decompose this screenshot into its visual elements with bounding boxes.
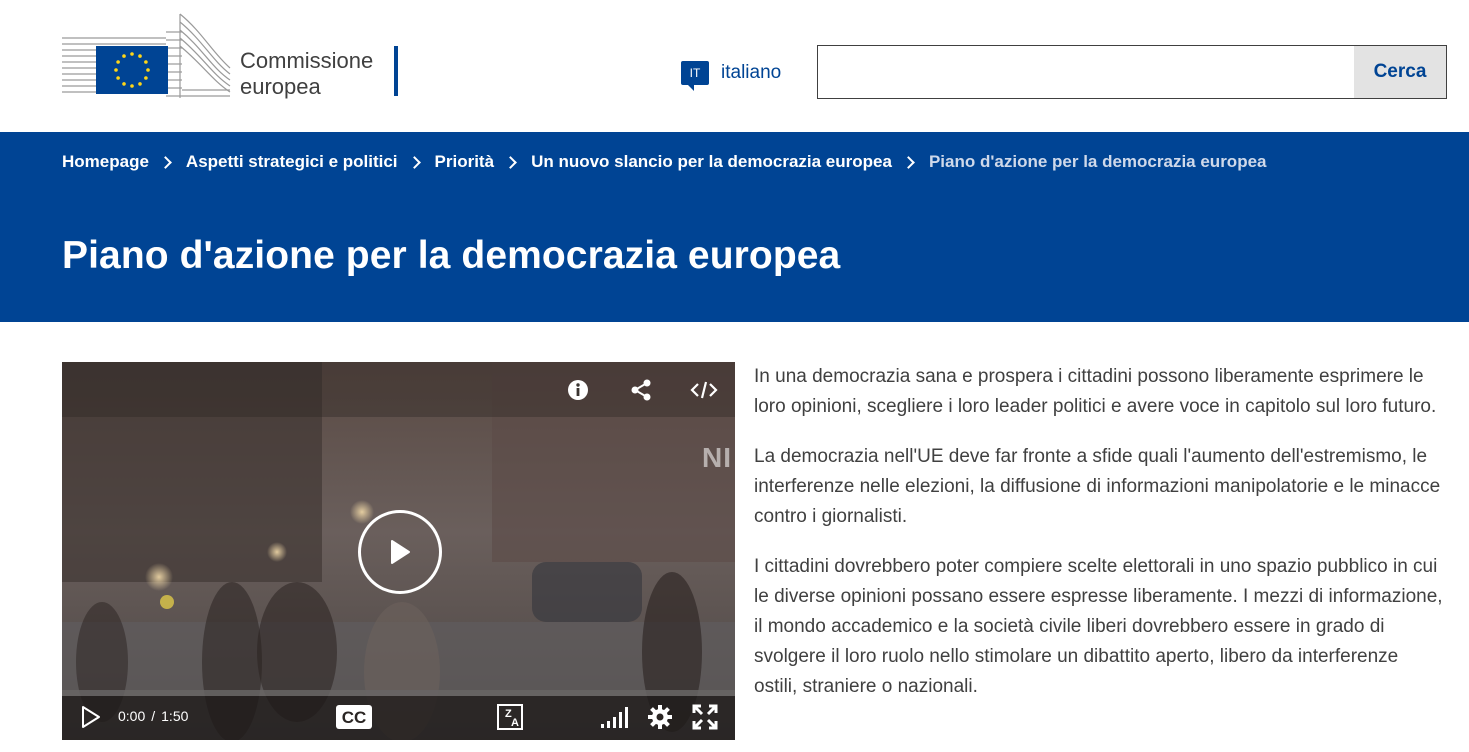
time-separator: /: [151, 708, 156, 724]
language-selector[interactable]: IT italiano: [681, 58, 782, 91]
video-time: 0:00 / 1:50: [118, 708, 188, 724]
logo-line-2: europea: [240, 74, 321, 99]
play-icon: [82, 706, 100, 728]
video-watermark: NI: [702, 442, 732, 473]
site-header: Commissione europea IT italiano Cerca: [0, 0, 1469, 132]
video-player[interactable]: NI 0:00 / 1:50 CC ZA: [62, 362, 735, 740]
settings-icon[interactable]: [646, 703, 674, 731]
current-time: 0:00: [118, 708, 146, 724]
search-button[interactable]: Cerca: [1354, 46, 1446, 98]
search-form: Cerca: [817, 45, 1447, 99]
chevron-right-icon: [159, 155, 172, 169]
embed-code-icon[interactable]: [688, 376, 720, 404]
share-icon[interactable]: [627, 376, 655, 404]
page-header: Homepage Aspetti strategici e politici P…: [0, 132, 1469, 322]
page-title: Piano d'azione per la democrazia europea: [62, 234, 841, 277]
breadcrumb-current: Piano d'azione per la democrazia europea: [928, 152, 1267, 171]
fullscreen-icon[interactable]: [690, 702, 720, 732]
translate-icon[interactable]: ZA: [494, 702, 526, 732]
play-button[interactable]: [358, 510, 442, 594]
video-controls: 0:00 / 1:50 CC ZA: [62, 690, 735, 740]
search-input[interactable]: [818, 46, 1354, 98]
breadcrumb-link-democracy[interactable]: Un nuovo slancio per la democrazia europ…: [531, 152, 892, 172]
chevron-right-icon: [902, 155, 915, 169]
logo-line-1: Commissione: [240, 48, 374, 73]
chevron-right-icon: [407, 155, 421, 169]
breadcrumb-link-policies[interactable]: Aspetti strategici e politici: [186, 152, 398, 172]
svg-text:A: A: [511, 717, 519, 729]
breadcrumb-link-homepage[interactable]: Homepage: [62, 152, 149, 172]
intro-text: In una democrazia sana e prospera i citt…: [754, 362, 1444, 722]
paragraph: La democrazia nell'UE deve far fronte a …: [754, 446, 1441, 527]
language-code-icon: IT: [681, 61, 709, 91]
language-label: italiano: [721, 62, 782, 83]
info-icon[interactable]: [564, 376, 592, 404]
quality-icon[interactable]: [598, 704, 632, 730]
paragraph: In una democrazia sana e prospera i citt…: [754, 366, 1437, 417]
breadcrumb-link-priorities[interactable]: Priorità: [435, 152, 495, 172]
chevron-right-icon: [504, 155, 517, 169]
breadcrumb: Homepage Aspetti strategici e politici P…: [62, 152, 1267, 172]
control-play-button[interactable]: [78, 704, 104, 730]
duration: 1:50: [161, 708, 189, 724]
video-progress-bar[interactable]: [62, 690, 735, 696]
closed-captions-icon[interactable]: CC: [334, 703, 374, 731]
logo-divider: [394, 46, 398, 96]
svg-text:CC: CC: [342, 708, 367, 727]
logo-wordmark: Commissione europea: [240, 48, 373, 100]
play-icon: [391, 540, 410, 564]
paragraph: I cittadini dovrebbero poter compiere sc…: [754, 556, 1443, 697]
